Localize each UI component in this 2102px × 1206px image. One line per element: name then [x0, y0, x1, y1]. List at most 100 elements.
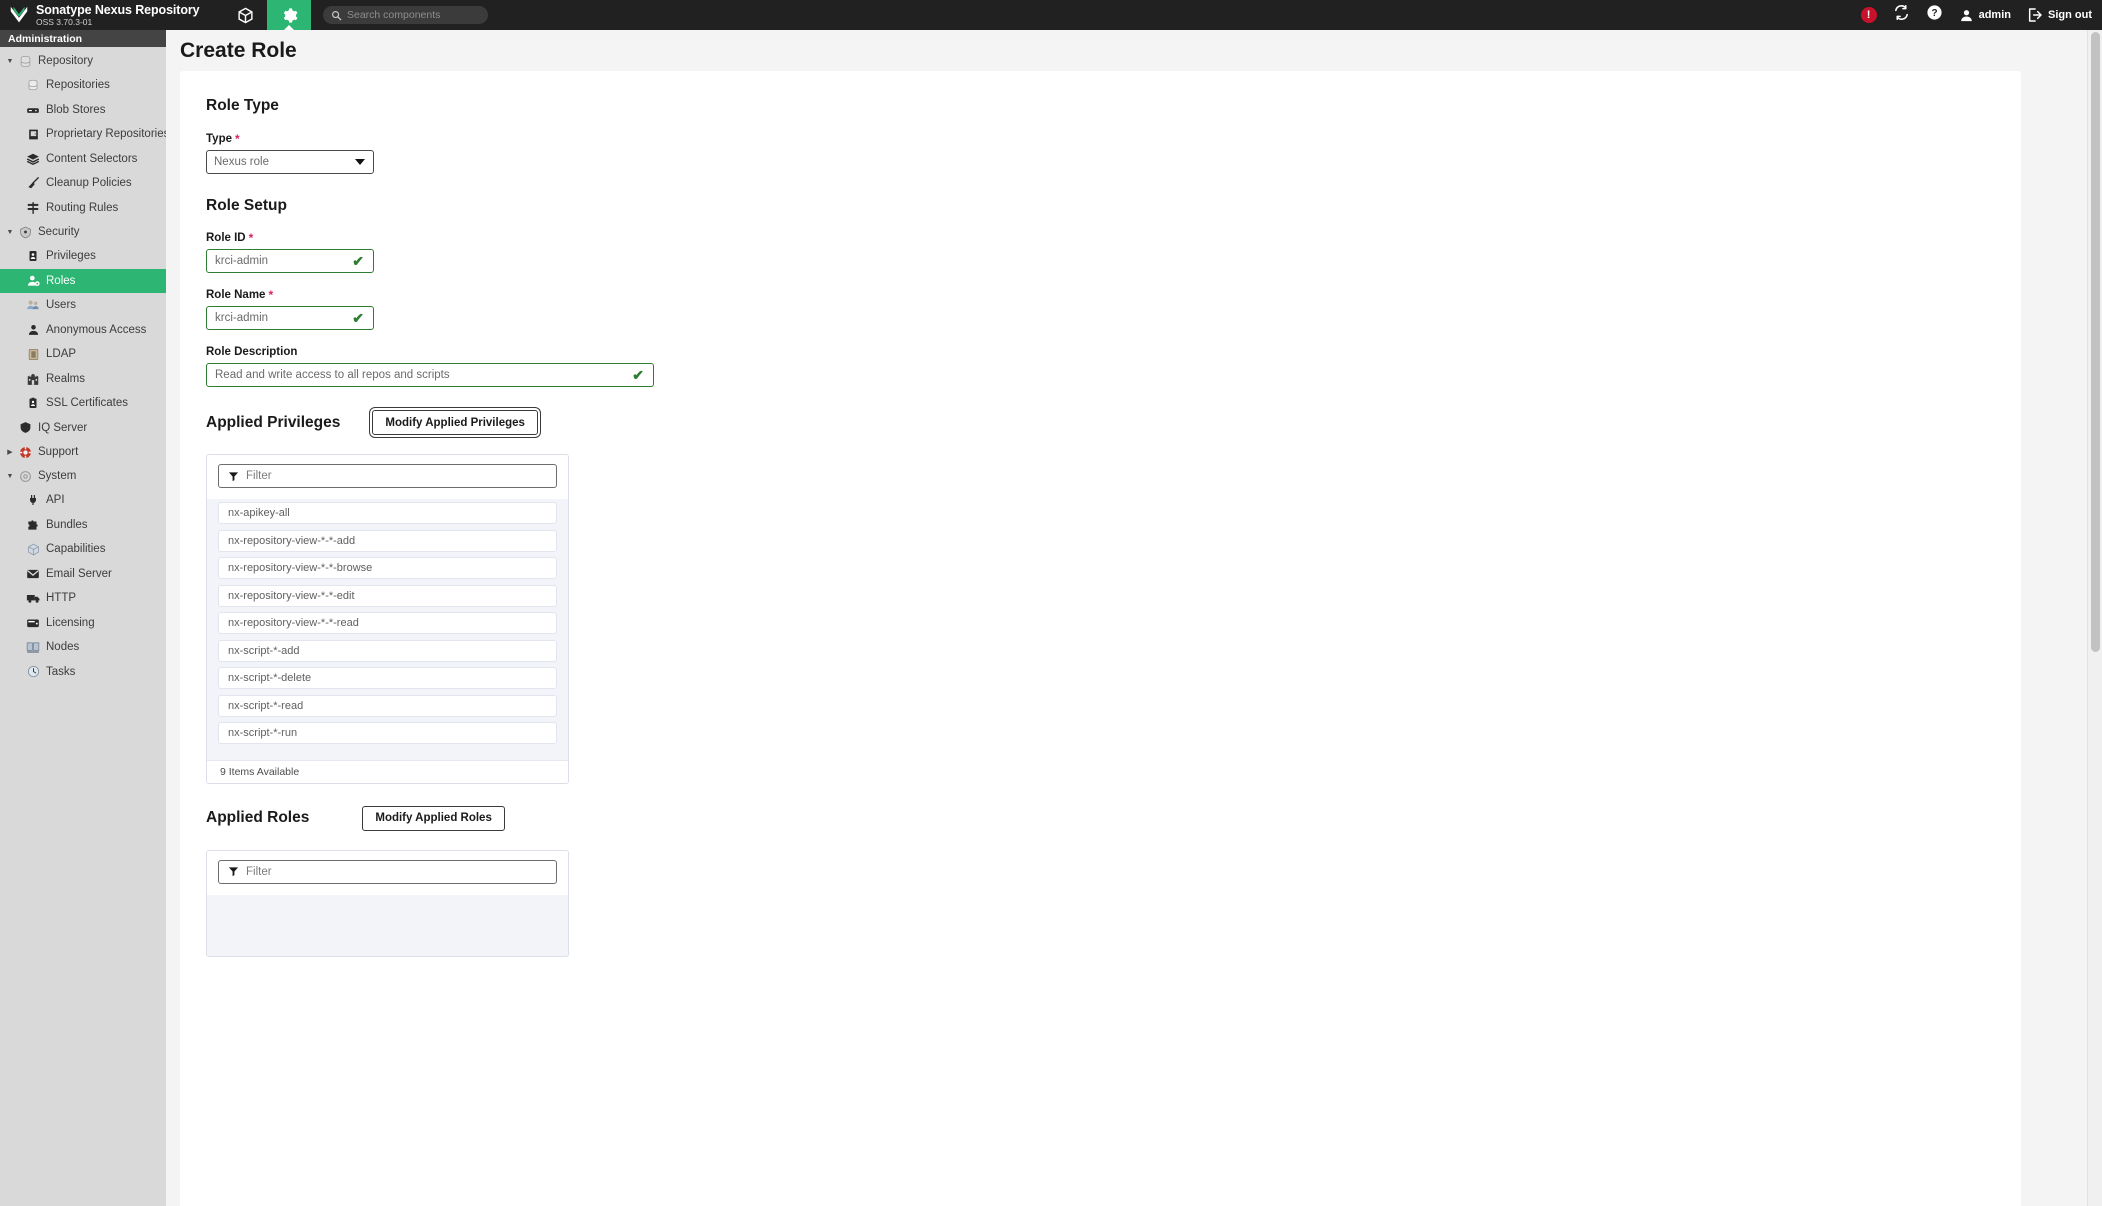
sidebar-item-blob-stores[interactable]: Blob Stores — [0, 98, 166, 123]
chevron-down-icon: ▼ — [6, 228, 14, 236]
applied-roles-filter-input[interactable]: Filter — [218, 859, 557, 884]
chevron-down-icon: ▼ — [6, 57, 14, 65]
sidebar-item-routing-rules[interactable]: Routing Rules — [0, 196, 166, 221]
privilege-list-item[interactable]: nx-apikey-all — [218, 502, 557, 524]
refresh-button[interactable] — [1893, 4, 1910, 26]
page-title: Create Role — [180, 38, 297, 62]
sidebar-item-tasks[interactable]: Tasks — [0, 660, 166, 685]
scrollbar-thumb[interactable] — [2091, 32, 2100, 652]
search-input[interactable]: Search components — [323, 6, 488, 24]
funnel-icon — [228, 471, 239, 481]
privilege-list-item[interactable]: nx-script-*-run — [218, 722, 557, 744]
gear-icon — [283, 7, 297, 23]
sidebar-item-label: Users — [46, 299, 77, 312]
privilege-list-item[interactable]: nx-script-*-delete — [218, 667, 557, 689]
sidebar-item-email-server[interactable]: Email Server — [0, 562, 166, 587]
sidebar-item-label: Realms — [46, 372, 85, 385]
sidebar-group-label: System — [38, 470, 77, 482]
sidebar-item-http[interactable]: HTTP — [0, 586, 166, 611]
sidebar-group-system[interactable]: ▼ System — [0, 464, 166, 488]
sidebar-item-ldap[interactable]: LDAP — [0, 342, 166, 367]
section-heading-applied-roles: Applied Roles — [206, 809, 310, 826]
header-right-cluster: ! ? admin Sign out — [1860, 0, 2092, 30]
sidebar-group-repository[interactable]: ▼ Repository — [0, 49, 166, 73]
sidebar-item-label: Anonymous Access — [46, 323, 147, 336]
modify-applied-roles-button[interactable]: Modify Applied Roles — [362, 805, 505, 831]
privilege-list-item[interactable]: nx-script-*-read — [218, 694, 557, 717]
user-menu-button[interactable]: admin — [1959, 8, 2011, 23]
applied-privileges-list[interactable]: nx-apikey-all nx-repository-view-*-*-add n… — [207, 499, 568, 760]
broom-icon — [24, 175, 42, 191]
sidebar-item-bundles[interactable]: Bundles — [0, 513, 166, 538]
administration-tab-button[interactable] — [267, 0, 311, 30]
role-type-selected-value: Nexus role — [214, 156, 269, 168]
brand-title: Sonatype Nexus Repository — [36, 2, 200, 17]
applied-privileges-filter-input[interactable]: Filter — [218, 464, 557, 488]
brand-version: OSS 3.70.3-01 — [36, 16, 93, 27]
sidebar-item-proprietary-repositories[interactable]: Proprietary Repositories — [0, 122, 166, 147]
sidebar-item-cleanup-policies[interactable]: Cleanup Policies — [0, 171, 166, 196]
role-description-input[interactable]: Read and write access to all repos and s… — [206, 363, 654, 387]
page-scrollbar[interactable] — [2087, 30, 2102, 1206]
sidebar-item-iq-server[interactable]: IQ Server — [0, 416, 166, 441]
administration-section-bar: Administration — [0, 30, 166, 47]
section-heading-role-type: Role Type — [206, 97, 279, 114]
id-badge-icon — [24, 248, 42, 264]
privilege-list-item[interactable]: nx-repository-view-*-*-add — [218, 529, 557, 552]
sidebar-item-realms[interactable]: Realms — [0, 367, 166, 392]
sidebar-item-repositories[interactable]: Repositories — [0, 73, 166, 98]
privilege-list-item[interactable]: nx-script-*-add — [218, 639, 557, 662]
question-circle-icon: ? — [1927, 5, 1942, 20]
applied-roles-list[interactable] — [207, 894, 568, 956]
sidebar-item-api[interactable]: API — [0, 488, 166, 513]
sidebar-item-ssl-certificates[interactable]: SSL Certificates — [0, 391, 166, 416]
sign-out-label: Sign out — [2048, 9, 2092, 21]
modify-applied-privileges-button[interactable]: Modify Applied Privileges — [372, 410, 538, 435]
sidebar-item-content-selectors[interactable]: Content Selectors — [0, 147, 166, 172]
role-type-select[interactable]: Nexus role — [206, 150, 374, 174]
sonatype-logo-icon — [10, 6, 28, 23]
sign-out-icon — [2028, 8, 2042, 22]
help-button[interactable]: ? — [1926, 4, 1943, 26]
applied-privileges-filter-bar: Filter — [207, 455, 568, 499]
sidebar-group-security[interactable]: ▼ Security — [0, 220, 166, 244]
cube-icon — [237, 7, 253, 23]
error-badge-icon[interactable]: ! — [1860, 7, 1877, 23]
certificate-icon — [24, 395, 42, 411]
sidebar-item-users[interactable]: Users — [0, 293, 166, 318]
privilege-list-item[interactable]: nx-repository-view-*-*-browse — [218, 557, 557, 579]
privilege-list-item[interactable]: nx-repository-view-*-*-read — [218, 612, 557, 634]
envelope-icon — [24, 566, 42, 582]
role-description-field-label: Role Description — [206, 346, 2021, 358]
role-id-input[interactable]: krci-admin ✔ — [206, 249, 374, 273]
role-name-label-text: Role Name — [206, 289, 266, 301]
browse-tab-button[interactable] — [223, 0, 267, 30]
role-name-field-label: Role Name * — [206, 289, 2021, 301]
sidebar-item-label: Cleanup Policies — [46, 177, 132, 190]
sidebar-item-privileges[interactable]: Privileges — [0, 244, 166, 269]
role-name-value: krci-admin — [215, 312, 269, 324]
brand-logo-block[interactable]: Sonatype Nexus Repository OSS 3.70.3-01 — [0, 0, 223, 30]
sidebar-item-nodes[interactable]: Nodes — [0, 635, 166, 660]
sidebar-item-anonymous-access[interactable]: Anonymous Access — [0, 318, 166, 343]
sidebar-item-capabilities[interactable]: Capabilities — [0, 537, 166, 562]
sidebar-group-label: Security — [38, 226, 80, 238]
create-role-form-card: Role Type Type * Nexus role Role Setup R… — [180, 71, 2021, 1206]
sidebar-item-label: API — [46, 494, 65, 507]
filter-placeholder: Filter — [246, 865, 272, 878]
sign-out-button[interactable]: Sign out — [2027, 7, 2092, 23]
role-description-label-text: Role Description — [206, 346, 298, 358]
sidebar-item-roles[interactable]: Roles — [0, 268, 166, 293]
sidebar-item-label: Content Selectors — [46, 152, 138, 165]
privilege-list-item[interactable]: nx-repository-view-*-*-edit — [218, 584, 557, 607]
sidebar-nav: ▼ Repository Repositories Blob Stores Pr… — [0, 47, 166, 1206]
sidebar-item-label: IQ Server — [38, 421, 88, 434]
blobstore-icon — [24, 102, 42, 118]
sidebar-group-support[interactable]: ▶ Support — [0, 440, 166, 464]
applied-roles-panel: Filter — [206, 849, 569, 957]
puzzle-icon — [24, 517, 42, 533]
role-name-input[interactable]: krci-admin ✔ — [206, 306, 374, 330]
users-icon — [24, 297, 42, 313]
sidebar-item-label: Licensing — [46, 616, 95, 629]
sidebar-item-licensing[interactable]: Licensing — [0, 611, 166, 636]
